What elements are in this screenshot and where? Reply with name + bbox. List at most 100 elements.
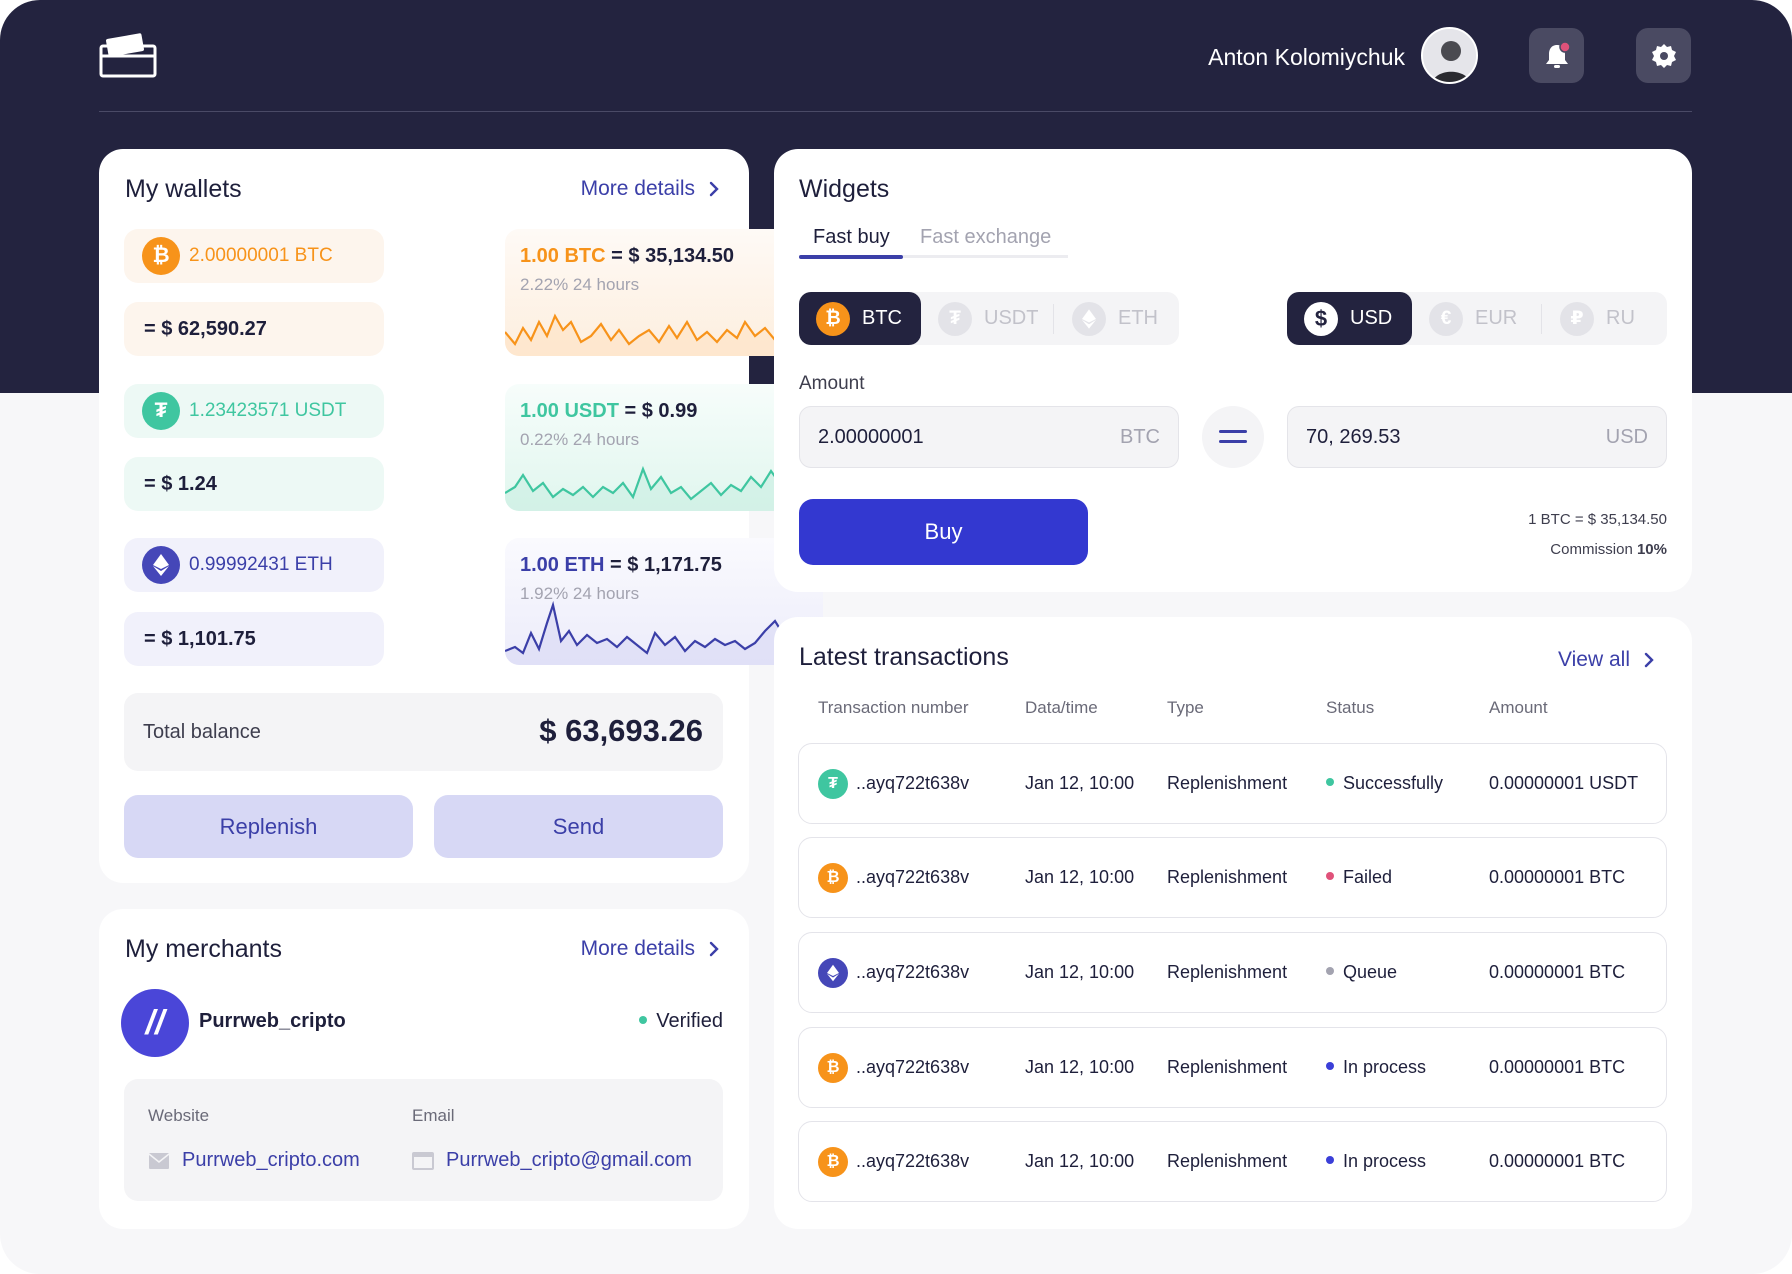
- transaction-status: Failed: [1326, 867, 1392, 888]
- transaction-amount: 0.00000001 BTC: [1489, 1151, 1626, 1171]
- bitcoin-icon: ₿: [816, 301, 850, 336]
- usdt-amount-text: 1.23423571 USDT: [189, 400, 347, 421]
- app-window: Anton Kolomiychuk My wallets More detail…: [0, 0, 1792, 1274]
- view-all-label: View all: [1558, 648, 1630, 671]
- coin-option-label: ETH: [1118, 307, 1158, 329]
- notifications-button[interactable]: [1529, 28, 1584, 83]
- eth-rate-line: 1.00 ETH = $ 1,171.75: [520, 554, 722, 577]
- btc-amount-text: 2.00000001 BTC: [189, 245, 333, 266]
- ethereum-icon: [1072, 301, 1106, 336]
- segment-separator: [1053, 304, 1054, 334]
- status-dot: [1326, 1062, 1334, 1071]
- email-link[interactable]: Purrweb_cripto@gmail.com: [412, 1149, 692, 1172]
- table-row[interactable]: ..ayq722t638v Jan 12, 10:00 Replenishmen…: [798, 932, 1667, 1013]
- currency-option-label: EUR: [1475, 307, 1518, 329]
- transaction-type: Replenishment: [1167, 867, 1288, 887]
- transaction-number: ..ayq722t638v: [856, 773, 970, 793]
- coin-option-btc[interactable]: ₿ BTC: [799, 292, 921, 345]
- bitcoin-icon: ₿: [818, 1147, 848, 1177]
- merchant-info-box: Website Email Purrweb_cripto.com Purrweb…: [124, 1079, 723, 1201]
- currency-option-eur[interactable]: € EUR: [1412, 292, 1538, 345]
- table-row[interactable]: ₮ ..ayq722t638v Jan 12, 10:00 Replenishm…: [798, 743, 1667, 824]
- merchants-title: My merchants: [125, 935, 282, 963]
- total-balance-value: $ 63,693.26: [539, 713, 703, 748]
- replenish-button[interactable]: Replenish: [124, 795, 413, 858]
- commission-text: Commission 10%: [1550, 541, 1667, 558]
- wallets-more-details-link[interactable]: More details: [581, 177, 719, 201]
- total-balance-box: Total balance $ 63,693.26: [124, 693, 723, 771]
- amount-input[interactable]: 2.00000001 BTC: [799, 406, 1179, 468]
- transaction-status: Successfully: [1326, 773, 1443, 794]
- transaction-type: Replenishment: [1167, 1057, 1288, 1077]
- website-link[interactable]: Purrweb_cripto.com: [148, 1149, 360, 1172]
- usdt-rate-value: = $ 0.99: [624, 400, 698, 422]
- send-button[interactable]: Send: [434, 795, 723, 858]
- status-dot: [639, 1015, 648, 1024]
- merchants-more-details-link[interactable]: More details: [581, 937, 719, 961]
- tab-fast-buy[interactable]: Fast buy: [813, 226, 890, 249]
- tab-fast-exchange[interactable]: Fast exchange: [920, 226, 1051, 249]
- settings-button[interactable]: [1636, 28, 1691, 83]
- eth-rate-value: = $ 1,171.75: [610, 554, 722, 576]
- tether-icon: ₮: [818, 769, 848, 799]
- currency-option-label: USD: [1350, 307, 1393, 329]
- column-header-datetime[interactable]: Data/time: [1025, 698, 1098, 718]
- euro-icon: €: [1429, 301, 1463, 336]
- result-unit: USD: [1605, 426, 1648, 448]
- merchant-logo[interactable]: //: [121, 989, 189, 1057]
- chevron-right-icon: [709, 941, 719, 957]
- ethereum-icon: [142, 546, 180, 584]
- usdt-rate-line: 1.00 USDT = $ 0.99: [520, 400, 697, 423]
- transaction-amount: 0.00000001 USDT: [1489, 773, 1639, 793]
- status-text: Failed: [1343, 867, 1393, 887]
- merchant-name[interactable]: Purrweb_cripto: [199, 1010, 346, 1033]
- bitcoin-icon: ₿: [142, 237, 180, 275]
- tether-icon: ₮: [938, 301, 972, 336]
- transaction-datetime: Jan 12, 10:00: [1025, 1151, 1135, 1171]
- eth-rate-coin: 1.00 ETH: [520, 554, 605, 576]
- commission-label: Commission: [1550, 541, 1633, 558]
- status-text: In process: [1343, 1057, 1427, 1077]
- column-header-amount[interactable]: Amount: [1489, 698, 1548, 718]
- result-input[interactable]: 70, 269.53 USD: [1287, 406, 1667, 468]
- currency-option-label: RU: [1606, 307, 1635, 329]
- status-dot: [1326, 778, 1334, 787]
- gear-icon: [1651, 43, 1676, 68]
- transaction-number: ..ayq722t638v: [856, 1057, 970, 1077]
- segment-separator: [1541, 304, 1542, 334]
- widgets-card: Widgets Fast buy Fast exchange ₿ BTC ₮ U…: [774, 149, 1692, 592]
- coin-option-usdt[interactable]: ₮ USDT: [921, 292, 1049, 345]
- view-all-link[interactable]: View all: [1558, 648, 1654, 672]
- result-value: 70, 269.53: [1306, 426, 1401, 448]
- coin-option-label: USDT: [984, 307, 1039, 329]
- btc-rate-coin: 1.00 BTC: [520, 245, 606, 267]
- column-header-type[interactable]: Type: [1167, 698, 1204, 718]
- ethereum-icon: [818, 958, 848, 988]
- header-divider: [99, 111, 1692, 112]
- merchant-status-text: Verified: [656, 1010, 723, 1032]
- table-row[interactable]: ₿ ..ayq722t638v Jan 12, 10:00 Replenishm…: [798, 837, 1667, 918]
- status-text: Queue: [1343, 962, 1398, 982]
- tab-active-indicator: [799, 255, 903, 259]
- wallets-title: My wallets: [125, 175, 242, 203]
- column-header-status[interactable]: Status: [1326, 698, 1374, 718]
- commission-value: 10%: [1636, 541, 1667, 558]
- btc-rate-line: 1.00 BTC = $ 35,134.50: [520, 245, 734, 268]
- column-header-number[interactable]: Transaction number: [818, 698, 969, 718]
- transaction-status: Queue: [1326, 962, 1397, 983]
- transaction-number: ..ayq722t638v: [856, 867, 970, 887]
- eth-wallet-amount[interactable]: 0.99992431 ETH: [124, 538, 384, 592]
- merchants-card: My merchants More details // Purrweb_cri…: [99, 909, 749, 1229]
- currency-option-usd[interactable]: $ USD: [1287, 292, 1412, 345]
- wallet-logo-icon[interactable]: [99, 32, 157, 78]
- buy-button[interactable]: Buy: [799, 499, 1088, 565]
- coin-option-eth[interactable]: ETH: [1055, 292, 1179, 345]
- btc-wallet-amount[interactable]: ₿ 2.00000001 BTC: [124, 229, 384, 283]
- table-row[interactable]: ₿ ..ayq722t638v Jan 12, 10:00 Replenishm…: [798, 1027, 1667, 1108]
- table-row[interactable]: ₿ ..ayq722t638v Jan 12, 10:00 Replenishm…: [798, 1121, 1667, 1202]
- avatar[interactable]: [1421, 27, 1478, 84]
- currency-option-ru[interactable]: ₽ RU: [1543, 292, 1667, 345]
- usdt-wallet-amount[interactable]: ₮ 1.23423571 USDT: [124, 384, 384, 438]
- user-name[interactable]: Anton Kolomiychuk: [1208, 42, 1405, 72]
- transaction-status: In process: [1326, 1151, 1426, 1172]
